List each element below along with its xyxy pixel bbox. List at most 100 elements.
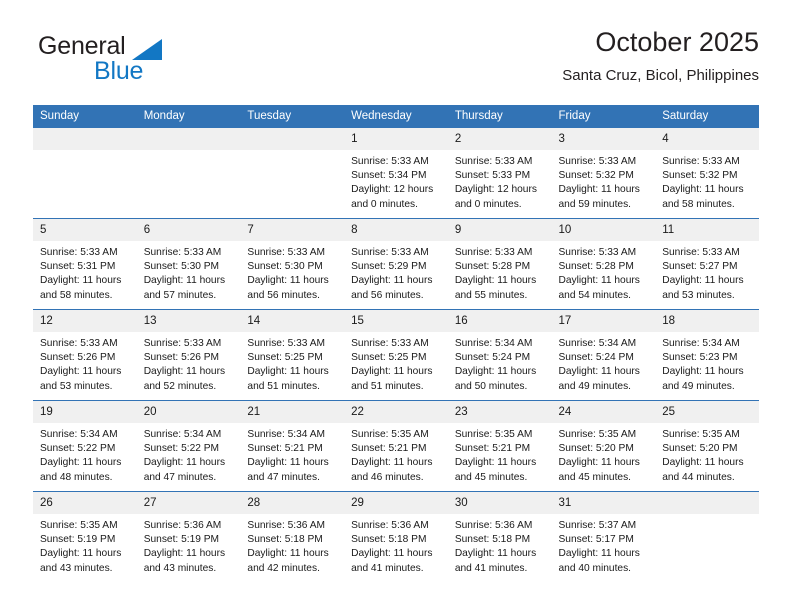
daylight-text-line2: and 49 minutes. [662, 380, 735, 392]
day-number: 20 [136, 401, 241, 423]
day-cell-empty [136, 128, 241, 219]
day-info: Sunrise: 5:36 AM Sunset: 5:19 PM Daylight:… [137, 514, 241, 576]
sunset-text: Sunset: 5:25 PM [351, 352, 427, 364]
day-cell[interactable]: 7 Sunrise: 5:33 AM Sunset: 5:30 PM Daylight… [240, 218, 345, 310]
daylight-text-line2: and 43 minutes. [143, 562, 217, 574]
day-info: Sunrise: 5:33 AM Sunset: 5:26 PM Daylight:… [33, 332, 137, 394]
day-info: Sunrise: 5:33 AM Sunset: 5:25 PM Daylight:… [240, 332, 344, 394]
day-info: Sunrise: 5:34 AM Sunset: 5:24 PM Daylight:… [552, 332, 656, 394]
day-cell[interactable]: 2 Sunrise: 5:33 AM Sunset: 5:33 PM Daylight… [447, 128, 552, 219]
day-cell[interactable]: 15 Sunrise: 5:33 AM Sunset: 5:25 PM Dayligh… [344, 309, 448, 401]
day-number: 31 [551, 492, 656, 514]
day-info: Sunrise: 5:33 AM Sunset: 5:27 PM Daylight:… [655, 241, 759, 303]
day-cell[interactable]: 31 Sunrise: 5:37 AM Sunset: 5:17 PM Dayligh… [551, 491, 656, 582]
day-cell[interactable]: 4 Sunrise: 5:33 AM Sunset: 5:32 PM Daylight… [655, 128, 759, 219]
sunrise-text: Sunrise: 5:33 AM [558, 156, 637, 167]
day-cell[interactable]: 11 Sunrise: 5:33 AM Sunset: 5:27 PM Dayligh… [655, 218, 759, 310]
daylight-text-line1: Daylight: 11 hours [40, 457, 122, 469]
day-cell[interactable]: 12 Sunrise: 5:33 AM Sunset: 5:26 PM Dayligh… [33, 309, 137, 401]
day-number: 4 [655, 128, 759, 150]
day-cell[interactable]: 22 Sunrise: 5:35 AM Sunset: 5:21 PM Dayligh… [344, 400, 448, 492]
day-cell[interactable]: 28 Sunrise: 5:36 AM Sunset: 5:18 PM Dayligh… [240, 491, 345, 582]
calendar-table: Sunday Monday Tuesday Wednesday Thursday… [33, 105, 759, 582]
daylight-text-line2: and 46 minutes. [351, 471, 424, 483]
sunset-text: Sunset: 5:19 PM [143, 534, 220, 546]
calendar-week-row: 12 Sunrise: 5:33 AM Sunset: 5:26 PM Dayligh… [33, 309, 759, 401]
sunrise-text: Sunrise: 5:33 AM [662, 247, 740, 258]
sunset-text: Sunset: 5:17 PM [558, 534, 634, 546]
day-number: 14 [240, 310, 345, 332]
sunset-text: Sunset: 5:24 PM [454, 352, 531, 364]
daylight-text-line1: Daylight: 12 hours [454, 184, 537, 196]
day-cell[interactable]: 6 Sunrise: 5:33 AM Sunset: 5:30 PM Daylight… [136, 218, 241, 310]
day-cell[interactable]: 27 Sunrise: 5:36 AM Sunset: 5:19 PM Dayligh… [136, 491, 241, 582]
daylight-text-line2: and 41 minutes. [454, 562, 528, 574]
sunset-text: Sunset: 5:30 PM [247, 261, 323, 273]
day-number: 27 [136, 492, 241, 514]
day-cell[interactable]: 25 Sunrise: 5:35 AM Sunset: 5:20 PM Dayligh… [655, 400, 759, 492]
daylight-text-line1: Daylight: 11 hours [558, 184, 640, 196]
day-number [240, 128, 345, 150]
sunset-text: Sunset: 5:20 PM [662, 443, 738, 455]
sunrise-text: Sunrise: 5:34 AM [454, 338, 533, 349]
day-cell[interactable]: 19 Sunrise: 5:34 AM Sunset: 5:22 PM Dayligh… [33, 400, 137, 492]
day-number: 5 [33, 219, 137, 241]
title-block: October 2025 Santa Cruz, Bicol, Philippi… [562, 26, 759, 85]
day-cell[interactable]: 3 Sunrise: 5:33 AM Sunset: 5:32 PM Daylight… [551, 128, 656, 219]
day-cell[interactable]: 29 Sunrise: 5:36 AM Sunset: 5:18 PM Dayligh… [344, 491, 448, 582]
day-cell[interactable]: 5 Sunrise: 5:33 AM Sunset: 5:31 PM Daylight… [33, 218, 137, 310]
daylight-text-line1: Daylight: 11 hours [454, 366, 537, 378]
day-cell[interactable]: 1 Sunrise: 5:33 AM Sunset: 5:34 PM Daylight… [344, 128, 448, 219]
daylight-text-line1: Daylight: 11 hours [558, 275, 640, 287]
page-subtitle: Santa Cruz, Bicol, Philippines [562, 67, 759, 84]
sunset-text: Sunset: 5:21 PM [351, 443, 427, 455]
calendar-week-row: 1 Sunrise: 5:33 AM Sunset: 5:34 PM Daylight… [33, 128, 759, 219]
daylight-text-line2: and 58 minutes. [40, 289, 113, 301]
day-cell[interactable]: 13 Sunrise: 5:33 AM Sunset: 5:26 PM Dayligh… [136, 309, 241, 401]
day-cell[interactable]: 20 Sunrise: 5:34 AM Sunset: 5:22 PM Dayligh… [136, 400, 241, 492]
weekday-header-thursday: Thursday [447, 105, 552, 128]
daylight-text-line2: and 55 minutes. [454, 289, 528, 301]
day-number: 19 [33, 401, 137, 423]
day-cell[interactable]: 24 Sunrise: 5:35 AM Sunset: 5:20 PM Dayligh… [551, 400, 656, 492]
day-number: 8 [344, 219, 448, 241]
daylight-text-line2: and 48 minutes. [40, 471, 113, 483]
day-number: 30 [447, 492, 552, 514]
day-cell-empty [33, 128, 137, 219]
daylight-text-line2: and 44 minutes. [662, 471, 735, 483]
sunrise-text: Sunrise: 5:34 AM [662, 338, 740, 349]
day-info: Sunrise: 5:33 AM Sunset: 5:28 PM Daylight:… [448, 241, 552, 303]
sunrise-text: Sunrise: 5:36 AM [247, 520, 325, 531]
sunset-text: Sunset: 5:24 PM [558, 352, 634, 364]
daylight-text-line1: Daylight: 11 hours [662, 184, 744, 196]
day-cell[interactable]: 18 Sunrise: 5:34 AM Sunset: 5:23 PM Dayligh… [655, 309, 759, 401]
daylight-text-line1: Daylight: 11 hours [247, 275, 329, 287]
sunrise-text: Sunrise: 5:33 AM [143, 247, 222, 258]
sunrise-text: Sunrise: 5:33 AM [454, 156, 533, 167]
day-info: Sunrise: 5:33 AM Sunset: 5:32 PM Daylight:… [552, 150, 656, 212]
day-number [33, 128, 137, 150]
day-cell[interactable]: 30 Sunrise: 5:36 AM Sunset: 5:18 PM Dayligh… [447, 491, 552, 582]
day-cell[interactable]: 23 Sunrise: 5:35 AM Sunset: 5:21 PM Dayligh… [447, 400, 552, 492]
day-cell[interactable]: 21 Sunrise: 5:34 AM Sunset: 5:21 PM Dayligh… [240, 400, 345, 492]
day-cell[interactable]: 26 Sunrise: 5:35 AM Sunset: 5:19 PM Dayligh… [33, 491, 137, 582]
day-cell[interactable]: 8 Sunrise: 5:33 AM Sunset: 5:29 PM Daylight… [344, 218, 448, 310]
daylight-text-line1: Daylight: 11 hours [247, 457, 329, 469]
day-cell[interactable]: 14 Sunrise: 5:33 AM Sunset: 5:25 PM Dayligh… [240, 309, 345, 401]
daylight-text-line1: Daylight: 11 hours [143, 366, 226, 378]
day-cell[interactable]: 10 Sunrise: 5:33 AM Sunset: 5:28 PM Dayligh… [551, 218, 656, 310]
day-cell[interactable]: 9 Sunrise: 5:33 AM Sunset: 5:28 PM Daylight… [447, 218, 552, 310]
sunrise-text: Sunrise: 5:36 AM [351, 520, 429, 531]
day-number: 11 [655, 219, 759, 241]
day-number: 26 [33, 492, 137, 514]
day-cell[interactable]: 16 Sunrise: 5:34 AM Sunset: 5:24 PM Dayligh… [447, 309, 552, 401]
daylight-text-line2: and 53 minutes. [662, 289, 735, 301]
page-header: General Blue October 2025 Santa Cruz, Bi… [33, 26, 759, 98]
day-info: Sunrise: 5:33 AM Sunset: 5:31 PM Daylight:… [33, 241, 137, 303]
day-info: Sunrise: 5:34 AM Sunset: 5:21 PM Daylight:… [240, 423, 344, 485]
day-number: 25 [655, 401, 759, 423]
day-number: 7 [240, 219, 345, 241]
day-cell[interactable]: 17 Sunrise: 5:34 AM Sunset: 5:24 PM Dayligh… [551, 309, 656, 401]
daylight-text-line2: and 40 minutes. [558, 562, 632, 574]
sunrise-text: Sunrise: 5:33 AM [247, 247, 325, 258]
